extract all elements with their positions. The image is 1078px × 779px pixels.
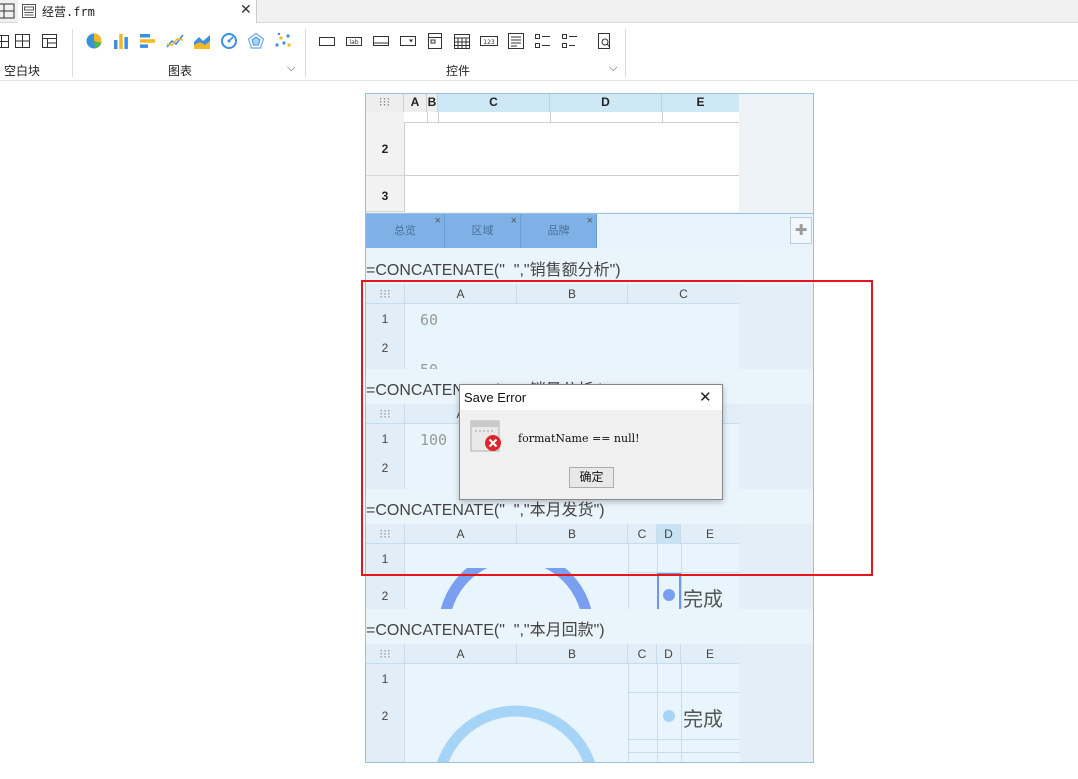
document-tab-strip: 经营.frm ✕ [0, 0, 1078, 23]
grid-cell[interactable] [404, 176, 739, 212]
grid-line [657, 664, 658, 762]
status-dot [663, 710, 675, 722]
close-icon[interactable]: × [587, 204, 593, 238]
dialog-message: formatName == null! [518, 432, 640, 445]
section-title-formula[interactable]: =CONCATENATE(" ","本月回款") [366, 616, 605, 640]
bar-chart-icon[interactable] [112, 32, 130, 50]
grid-gutter [739, 94, 813, 212]
chart-group-dropdown-icon[interactable]: ⌵ [287, 62, 295, 75]
tab-widget[interactable]: 总览 × 区域 × 品牌 × ✚ [366, 213, 813, 249]
date-picker-icon[interactable] [426, 32, 444, 50]
grid-gutter [739, 644, 813, 762]
column-header[interactable]: B [427, 94, 438, 112]
select-all-corner[interactable]: ⁝⁝⁝ [366, 644, 405, 664]
close-icon[interactable]: × [435, 204, 441, 238]
column-header[interactable]: B [517, 644, 628, 664]
form-file-icon [22, 4, 36, 18]
number-field-icon[interactable]: 123 [480, 32, 498, 50]
row-header[interactable]: 3 [366, 176, 404, 212]
horizontal-bar-chart-icon[interactable] [139, 32, 157, 50]
grid-layout-icon[interactable] [14, 32, 32, 50]
absolute-layout-icon[interactable] [0, 32, 11, 50]
row-header[interactable]: 2 [366, 694, 405, 762]
widget-group-dropdown-icon[interactable]: ⌵ [609, 62, 617, 75]
column-header[interactable]: A [405, 644, 517, 664]
tab-brand[interactable]: 品牌 × [521, 214, 597, 248]
checkbox-group-icon[interactable] [534, 32, 552, 50]
toolbar-separator [625, 29, 626, 77]
group-label-blank: 空白块 [4, 64, 41, 78]
grid-line [628, 664, 629, 762]
save-error-dialog: Save Error ✕ formatName == null! 确定 [459, 384, 723, 500]
scatter-chart-icon[interactable] [274, 32, 292, 50]
toolbar-separator [72, 29, 73, 77]
gauge-chart-icon[interactable] [220, 32, 238, 50]
select-all-corner[interactable]: ⁝⁝⁝ [366, 94, 404, 112]
row-header[interactable]: 1 [366, 664, 405, 694]
close-icon[interactable]: ✕ [699, 388, 712, 406]
column-header[interactable]: D [657, 644, 681, 664]
grid-row-partial [366, 112, 739, 123]
plus-icon: ✚ [794, 222, 808, 239]
column-header[interactable]: C [628, 644, 657, 664]
search-icon[interactable] [596, 32, 614, 50]
close-icon[interactable]: × [511, 204, 517, 238]
group-label-widgets: 控件 [446, 64, 471, 78]
table-layout-icon[interactable] [41, 32, 59, 50]
status-label: 完成 [683, 709, 723, 731]
dialog-title: Save Error [464, 390, 527, 405]
ok-button[interactable]: 确定 [569, 467, 614, 488]
tab-region[interactable]: 区域 × [445, 214, 521, 248]
column-header[interactable]: A [404, 94, 427, 112]
group-label-chart: 图表 [168, 64, 193, 78]
status-label: 完成 [683, 589, 723, 611]
pie-chart-icon[interactable] [85, 32, 103, 50]
report-block-top[interactable]: ⁝⁝⁝ A B C D E 2 3 [366, 94, 739, 212]
list-icon[interactable] [507, 32, 525, 50]
column-header[interactable]: D [550, 94, 662, 112]
error-icon [470, 420, 501, 452]
column-header[interactable]: E [681, 644, 739, 664]
column-header[interactable]: C [438, 94, 550, 112]
text-box-icon[interactable] [318, 32, 336, 50]
button-icon[interactable] [372, 32, 390, 50]
tab-label: 总览 [394, 225, 416, 237]
grid-line [628, 692, 739, 693]
component-toolbar: 空白块 图表 ⌵ lab 123 控件 ⌵ [0, 23, 1078, 81]
grid-line [628, 752, 739, 753]
gauge-arc-chart [437, 705, 595, 762]
radar-chart-icon[interactable] [247, 32, 265, 50]
column-header-row: ⁝⁝⁝ A B C D E [366, 94, 739, 112]
add-tab-button[interactable]: ✚ [790, 217, 812, 244]
dialog-titlebar[interactable]: Save Error ✕ [460, 385, 722, 410]
tab-overview[interactable]: 总览 × [366, 214, 445, 248]
section-title-formula[interactable]: =CONCATENATE(" ","销售额分析") [366, 256, 621, 280]
svg-text:123: 123 [483, 39, 495, 46]
line-chart-icon[interactable] [166, 32, 184, 50]
row-header[interactable]: 2 [366, 574, 405, 609]
grid-layout-icon[interactable] [0, 3, 16, 19]
close-tab-icon[interactable]: ✕ [240, 1, 252, 18]
grid-line [628, 739, 739, 740]
report-block-payment[interactable]: ⁝⁝⁝ A B C D E 1 2 完成 [366, 644, 813, 762]
svg-text:lab: lab [349, 39, 358, 46]
area-chart-icon[interactable] [193, 32, 211, 50]
tab-label: 区域 [471, 225, 494, 237]
tab-title: 经营.frm [42, 5, 95, 19]
grid-line [681, 664, 682, 762]
toolbar-separator [305, 29, 306, 77]
tab-label: 品牌 [547, 225, 570, 237]
grid-cell[interactable] [404, 123, 739, 176]
calendar-icon[interactable] [453, 32, 471, 50]
column-header-row: ⁝⁝⁝ A B C D E [366, 644, 739, 664]
row-header[interactable]: 2 [366, 123, 404, 176]
radio-group-icon[interactable] [561, 32, 579, 50]
combo-box-icon[interactable] [399, 32, 417, 50]
column-header[interactable]: E [662, 94, 739, 112]
tab-document[interactable]: 经营.frm ✕ [18, 0, 257, 23]
status-dot [663, 589, 675, 601]
label-icon[interactable]: lab [345, 32, 363, 50]
